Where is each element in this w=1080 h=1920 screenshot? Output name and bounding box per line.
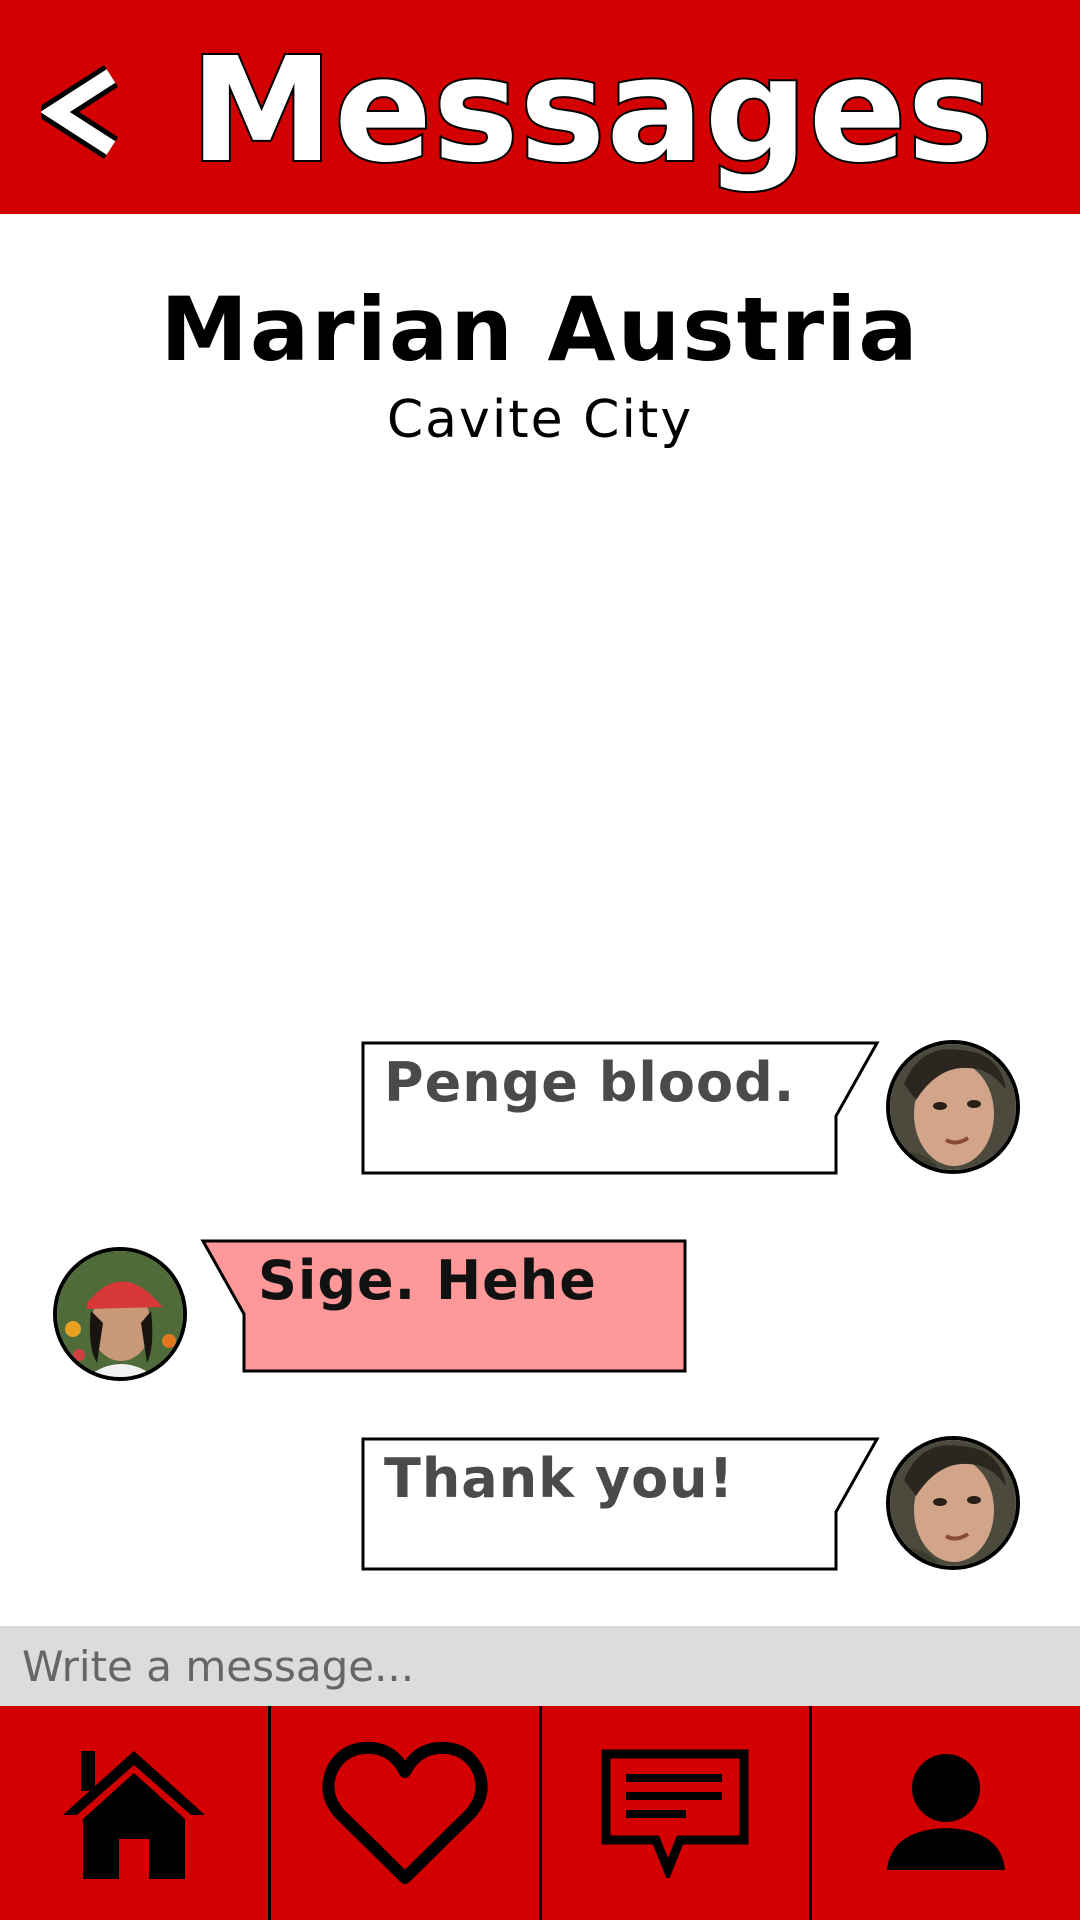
nav-messages[interactable] (538, 1706, 810, 1920)
home-icon (62, 1751, 205, 1879)
nav-profile[interactable] (809, 1706, 1080, 1920)
male-avatar-image (890, 1044, 1016, 1170)
message-composer (0, 1626, 1080, 1706)
message-input[interactable] (20, 1640, 1080, 1692)
marian-avatar[interactable] (53, 1247, 187, 1381)
chat-icon (601, 1749, 749, 1878)
heart-icon (322, 1741, 488, 1884)
male-avatar-image (890, 1440, 1016, 1566)
nav-home[interactable] (0, 1706, 268, 1920)
message-text: Thank you! (384, 1447, 735, 1510)
female-avatar-image (57, 1251, 183, 1377)
back-button[interactable] (36, 52, 126, 172)
profile-icon (887, 1754, 1006, 1870)
nav-favorites[interactable] (267, 1706, 539, 1920)
male-user-avatar[interactable] (886, 1040, 1020, 1174)
contact-name: Marian Austria (160, 278, 920, 381)
app-header: Messages (0, 0, 1080, 214)
male-user-avatar[interactable] (886, 1436, 1020, 1570)
message-text: Penge blood. (384, 1051, 796, 1114)
page-title: Messages (188, 26, 995, 194)
message-sent[interactable]: Penge blood. (360, 1040, 880, 1176)
contact-location: Cavite City (386, 390, 694, 450)
bottom-nav (0, 1706, 1080, 1920)
message-text: Sige. Hehe (258, 1249, 597, 1312)
back-chevron-icon (41, 65, 119, 159)
message-sent[interactable]: Thank you! (360, 1436, 880, 1572)
message-received[interactable]: Sige. Hehe (200, 1238, 688, 1374)
